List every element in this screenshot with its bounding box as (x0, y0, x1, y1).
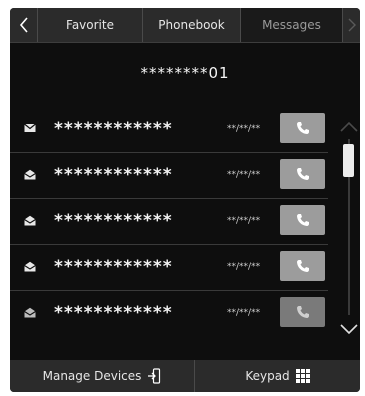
keypad-grid-icon (295, 369, 310, 383)
chevron-down-icon (340, 324, 358, 335)
phone-screen: Favorite Phonebook Messages ********01 *… (10, 8, 360, 392)
phone-icon (296, 122, 309, 134)
phone-icon (296, 260, 309, 272)
message-row[interactable]: ************ **/**/** (10, 291, 328, 337)
chevron-right-icon (348, 18, 356, 32)
envelope-open-icon (24, 261, 36, 272)
keypad-button[interactable]: Keypad (195, 360, 360, 392)
tab-messages[interactable]: Messages (241, 8, 342, 42)
call-button[interactable] (280, 297, 325, 327)
device-name: ********01 (140, 64, 230, 82)
message-contact: ************ (54, 303, 173, 323)
message-row[interactable]: ************ **/**/** (10, 107, 328, 153)
tab-phonebook[interactable]: Phonebook (143, 8, 241, 42)
footer-bar: Manage Devices Keypad (10, 360, 360, 392)
scroll-down-button[interactable] (339, 322, 359, 336)
phone-icon (296, 168, 309, 180)
message-date: **/**/** (227, 216, 261, 226)
chevron-up-icon (340, 121, 358, 132)
phone-icon (296, 306, 309, 318)
tab-bar: Favorite Phonebook Messages (10, 8, 360, 43)
scroll-up-button[interactable] (339, 120, 359, 134)
envelope-closed-icon (24, 123, 36, 133)
keypad-label: Keypad (245, 369, 290, 383)
next-tab-button[interactable] (342, 8, 360, 42)
message-contact: ************ (54, 165, 173, 185)
call-button[interactable] (280, 251, 325, 281)
message-contact: ************ (54, 257, 173, 277)
message-date: **/**/** (227, 170, 261, 180)
message-contact: ************ (54, 211, 173, 231)
message-date: **/**/** (227, 124, 261, 134)
scroll-thumb[interactable] (343, 144, 354, 177)
message-row[interactable]: ************ **/**/** (10, 245, 328, 291)
manage-devices-label: Manage Devices (42, 369, 142, 383)
message-date: **/**/** (227, 262, 261, 272)
call-button[interactable] (280, 113, 325, 143)
chevron-left-icon (19, 17, 28, 33)
manage-devices-button[interactable]: Manage Devices (10, 360, 195, 392)
phone-icon (296, 214, 309, 226)
envelope-open-icon (24, 169, 36, 180)
message-date: **/**/** (227, 308, 261, 318)
call-button[interactable] (280, 159, 325, 189)
message-row[interactable]: ************ **/**/** (10, 153, 328, 199)
back-button[interactable] (10, 8, 38, 42)
tab-favorite[interactable]: Favorite (38, 8, 143, 42)
message-list: ************ **/**/** ************ **/**… (10, 107, 328, 337)
envelope-open-icon (24, 307, 36, 318)
message-row[interactable]: ************ **/**/** (10, 199, 328, 245)
message-contact: ************ (54, 119, 173, 139)
call-button[interactable] (280, 205, 325, 235)
envelope-open-icon (24, 215, 36, 226)
manage-devices-icon (147, 368, 161, 384)
